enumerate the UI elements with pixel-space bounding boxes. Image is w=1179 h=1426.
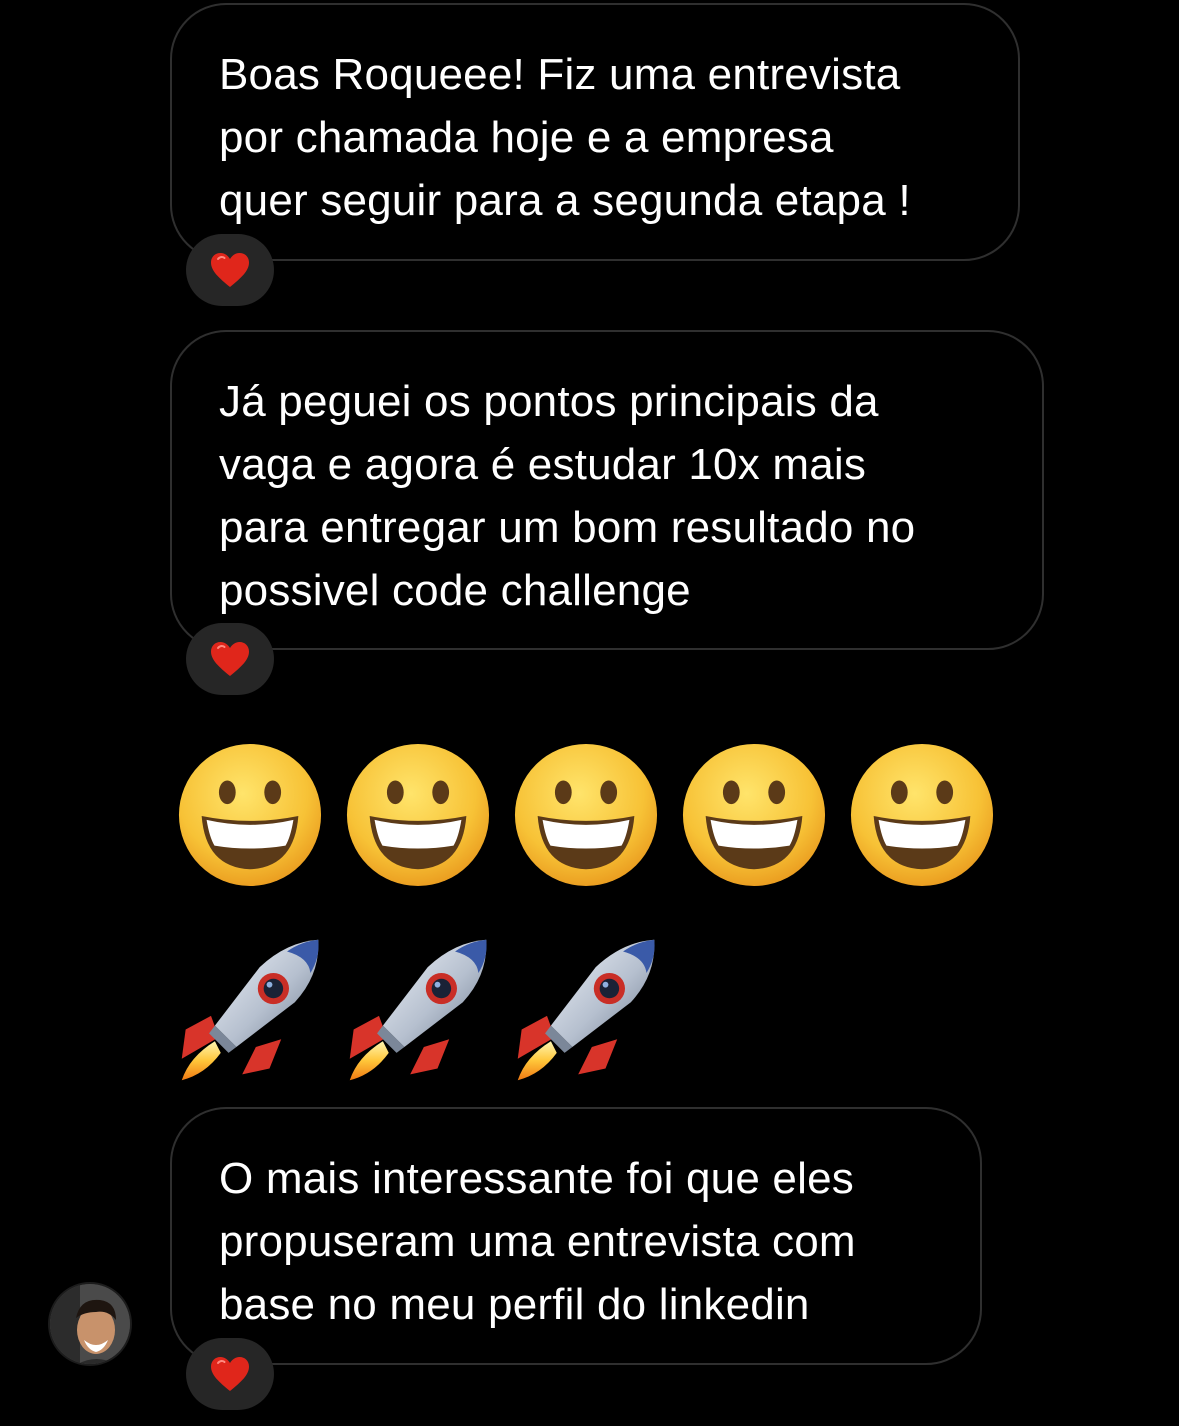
rocket-icon <box>508 932 664 1088</box>
grinning-face-icon <box>512 741 660 889</box>
grinning-face-icon <box>848 741 996 889</box>
heart-icon <box>210 1356 250 1392</box>
emoji-message-grinning[interactable] <box>176 740 1016 890</box>
emoji-message-rockets[interactable] <box>172 932 676 1088</box>
heart-icon <box>210 252 250 288</box>
rocket-icon <box>340 932 496 1088</box>
message-text: Já peguei os pontos principais da vaga e… <box>219 377 916 615</box>
reaction-pill[interactable] <box>186 623 274 695</box>
avatar-image <box>50 1284 130 1364</box>
reaction-pill[interactable] <box>186 234 274 306</box>
reaction-pill[interactable] <box>186 1338 274 1410</box>
message-bubble-3[interactable]: O mais interessante foi que eles propuse… <box>170 1107 982 1365</box>
message-bubble-2[interactable]: Já peguei os pontos principais da vaga e… <box>170 330 1044 650</box>
rocket-icon <box>172 932 328 1088</box>
message-text: O mais interessante foi que eles propuse… <box>219 1154 856 1329</box>
avatar[interactable] <box>48 1282 132 1366</box>
grinning-face-icon <box>176 741 324 889</box>
message-bubble-1[interactable]: Boas Roqueee! Fiz uma entrevista por cha… <box>170 3 1020 261</box>
message-text: Boas Roqueee! Fiz uma entrevista por cha… <box>219 50 911 225</box>
heart-icon <box>210 641 250 677</box>
grinning-face-icon <box>680 741 828 889</box>
grinning-face-icon <box>344 741 492 889</box>
